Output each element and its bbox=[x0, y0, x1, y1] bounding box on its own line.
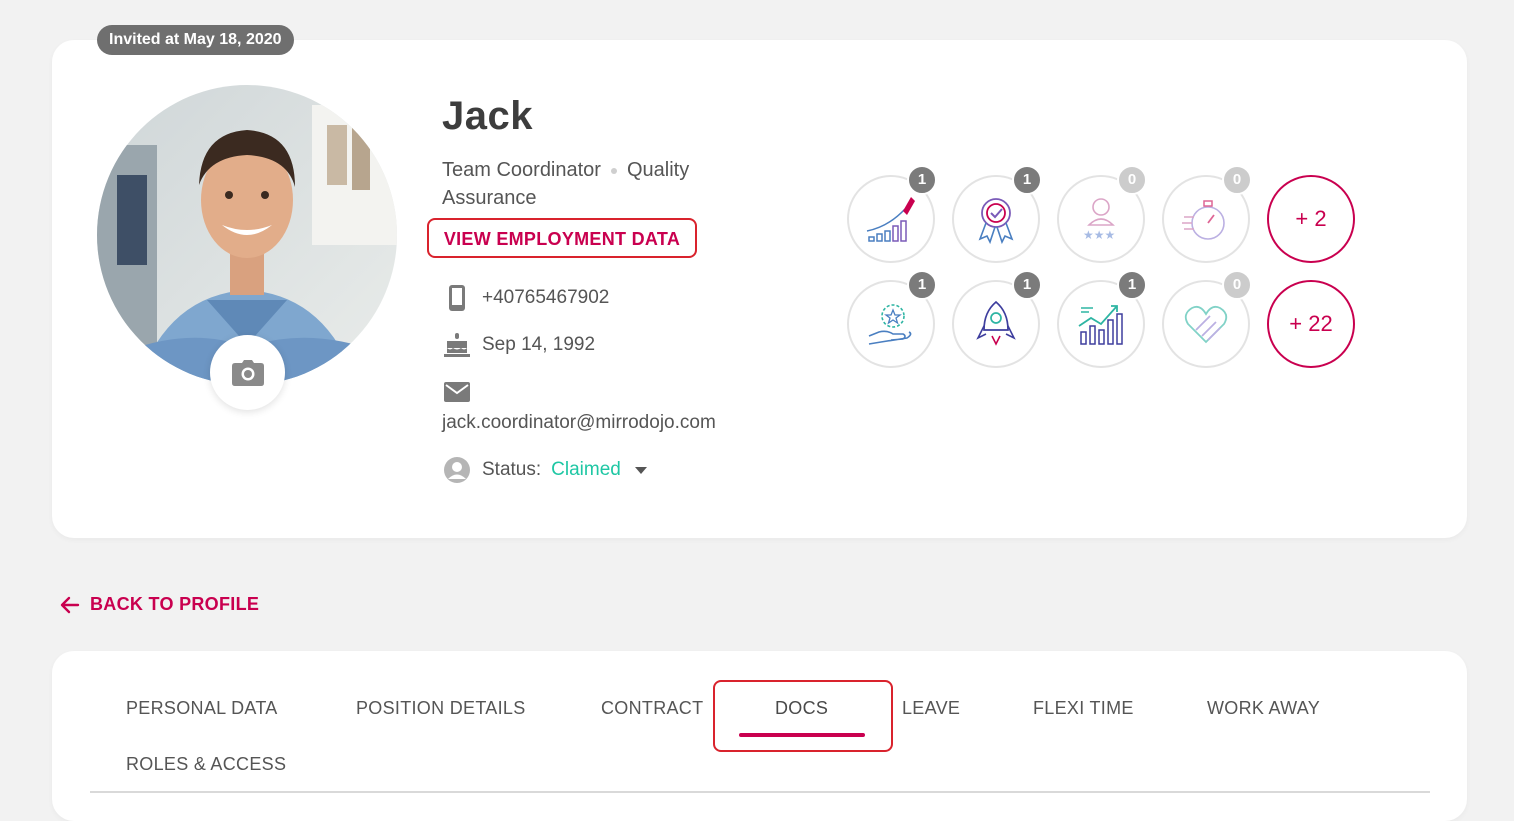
hand-star-icon bbox=[868, 304, 912, 345]
badge-count: 0 bbox=[1222, 165, 1252, 195]
birthday-date: Sep 14, 1992 bbox=[482, 334, 596, 355]
badge-heart-hand[interactable]: 0 bbox=[1162, 270, 1252, 368]
role-text: Team Coordinator bbox=[442, 159, 601, 181]
person-rating-icon: ★★★ bbox=[1083, 198, 1115, 242]
mail-icon bbox=[442, 377, 472, 407]
badge-count: 1 bbox=[1117, 270, 1147, 300]
tab-roles-access[interactable]: ROLES & ACCESS bbox=[126, 754, 286, 775]
arrow-left-icon bbox=[60, 596, 80, 613]
badge-count: 1 bbox=[1012, 165, 1042, 195]
more-badges-button[interactable]: + 22 bbox=[1267, 280, 1355, 368]
camera-icon bbox=[231, 359, 264, 386]
phone-number: +40765467902 bbox=[482, 287, 610, 308]
phone-icon bbox=[442, 283, 472, 313]
back-to-profile-link[interactable]: BACK TO PROFILE bbox=[60, 594, 259, 615]
heart-hand-icon bbox=[1184, 305, 1228, 344]
status-value[interactable]: Claimed bbox=[551, 459, 621, 481]
badge-count: 1 bbox=[1012, 270, 1042, 300]
email-row bbox=[442, 377, 482, 407]
view-employment-data-button[interactable]: VIEW EMPLOYMENT DATA bbox=[427, 218, 697, 258]
separator-dot bbox=[610, 167, 617, 174]
growth-chart-icon bbox=[1078, 305, 1123, 345]
tab-contract[interactable]: CONTRACT bbox=[601, 698, 703, 719]
badge-count: 0 bbox=[1117, 165, 1147, 195]
invited-date-badge: Invited at May 18, 2020 bbox=[97, 25, 294, 55]
active-tab-indicator bbox=[739, 733, 865, 737]
change-photo-button[interactable] bbox=[210, 335, 285, 410]
cake-icon bbox=[442, 330, 472, 360]
phone-row: +40765467902 bbox=[442, 283, 609, 313]
status-label: Status: bbox=[482, 459, 542, 480]
more-badges-button[interactable]: + 2 bbox=[1267, 175, 1355, 263]
tab-flexi-time[interactable]: FLEXI TIME bbox=[1033, 698, 1134, 719]
svg-text:★★★: ★★★ bbox=[1083, 228, 1115, 242]
tab-personal-data[interactable]: PERSONAL DATA bbox=[126, 698, 278, 719]
user-circle-icon bbox=[442, 455, 472, 485]
badge-growth-chart[interactable]: 1 bbox=[1057, 270, 1147, 368]
email-address: jack.coordinator@mirrodojo.com bbox=[442, 412, 716, 433]
badge-award-ribbon[interactable]: 1 bbox=[952, 165, 1042, 263]
status-dropdown-caret[interactable] bbox=[634, 466, 647, 474]
tab-leave[interactable]: LEAVE bbox=[902, 698, 960, 719]
badge-count: 1 bbox=[907, 165, 937, 195]
badge-stopwatch[interactable]: 0 bbox=[1162, 165, 1252, 263]
award-ribbon-icon bbox=[978, 198, 1014, 245]
badge-hand-star[interactable]: 1 bbox=[847, 270, 937, 368]
birthday-row: Sep 14, 1992 bbox=[442, 330, 595, 360]
badge-rocket-launch[interactable]: 1 bbox=[952, 270, 1042, 368]
tab-work-away[interactable]: WORK AWAY bbox=[1207, 698, 1320, 719]
tab-docs[interactable]: DOCS bbox=[775, 698, 828, 719]
employee-name: Jack bbox=[442, 94, 533, 138]
status-row: Status: Claimed bbox=[442, 455, 647, 485]
tabs-divider bbox=[90, 791, 1430, 793]
badge-count: 0 bbox=[1222, 270, 1252, 300]
badge-person-rating[interactable]: ★★★ 0 bbox=[1057, 165, 1147, 263]
rocket-launch-icon bbox=[976, 300, 1016, 346]
back-to-profile-label: BACK TO PROFILE bbox=[90, 594, 260, 614]
stopwatch-icon bbox=[1182, 200, 1225, 240]
position-line: Team Coordinator Quality Assurance bbox=[442, 156, 762, 212]
badge-count: 1 bbox=[907, 270, 937, 300]
rocket-growth-icon bbox=[866, 197, 915, 242]
tab-position-details[interactable]: POSITION DETAILS bbox=[356, 698, 526, 719]
badge-rocket-growth[interactable]: 1 bbox=[847, 165, 937, 263]
